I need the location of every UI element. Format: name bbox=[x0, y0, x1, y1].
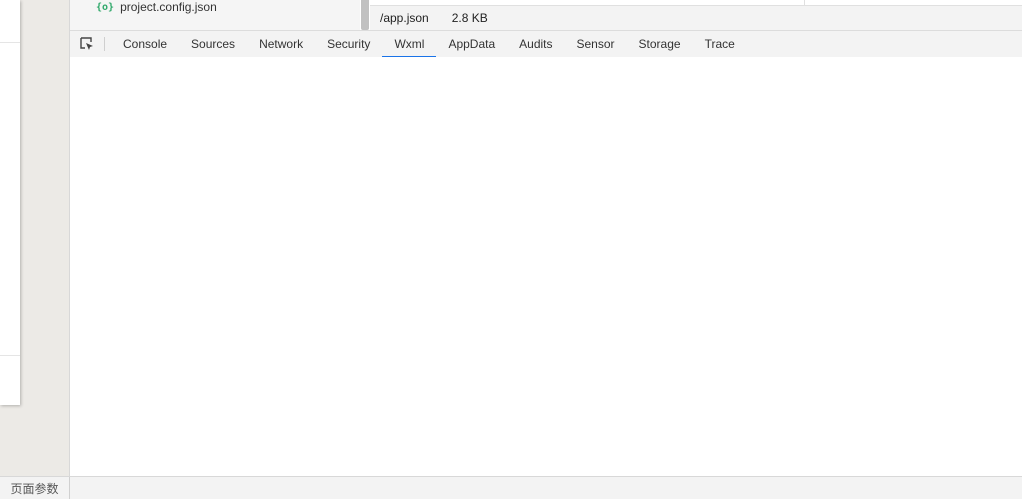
tab-trace[interactable]: Trace bbox=[693, 31, 747, 57]
simulator-area bbox=[0, 0, 70, 476]
tab-console[interactable]: Console bbox=[111, 31, 179, 57]
tab-separator bbox=[104, 37, 105, 51]
simulator-screen[interactable] bbox=[0, 0, 20, 405]
tab-appdata[interactable]: AppData bbox=[436, 31, 507, 57]
file-name: project.config.json bbox=[120, 0, 217, 14]
tab-sensor[interactable]: Sensor bbox=[565, 31, 627, 57]
divider bbox=[0, 355, 20, 356]
status-bar: 页面参数 bbox=[0, 476, 1022, 499]
json-file-icon: {o} bbox=[96, 1, 115, 13]
file-tree-scrollbar[interactable] bbox=[361, 0, 369, 30]
tab-network[interactable]: Network bbox=[247, 31, 315, 57]
page-params-button[interactable]: 页面参数 bbox=[0, 477, 70, 499]
tab-security[interactable]: Security bbox=[315, 31, 382, 57]
devtools-tab-bar: Console Sources Network Security Wxml Ap… bbox=[70, 30, 1022, 58]
wxml-panel[interactable] bbox=[70, 57, 1022, 476]
tab-audits[interactable]: Audits bbox=[507, 31, 564, 57]
file-tree: {o} project.config.json bbox=[70, 0, 360, 30]
divider bbox=[0, 42, 20, 43]
tab-sources[interactable]: Sources bbox=[179, 31, 247, 57]
file-path: /app.json bbox=[380, 11, 429, 25]
file-info-bar: /app.json 2.8 KB bbox=[370, 6, 1022, 30]
file-size: 2.8 KB bbox=[451, 11, 488, 25]
file-item-project-config[interactable]: {o} project.config.json bbox=[96, 0, 217, 14]
divider bbox=[804, 0, 805, 5]
inspect-element-button[interactable] bbox=[70, 31, 104, 57]
tab-wxml[interactable]: Wxml bbox=[382, 31, 437, 58]
tab-storage[interactable]: Storage bbox=[627, 31, 693, 57]
inspect-cursor-icon bbox=[80, 37, 93, 50]
